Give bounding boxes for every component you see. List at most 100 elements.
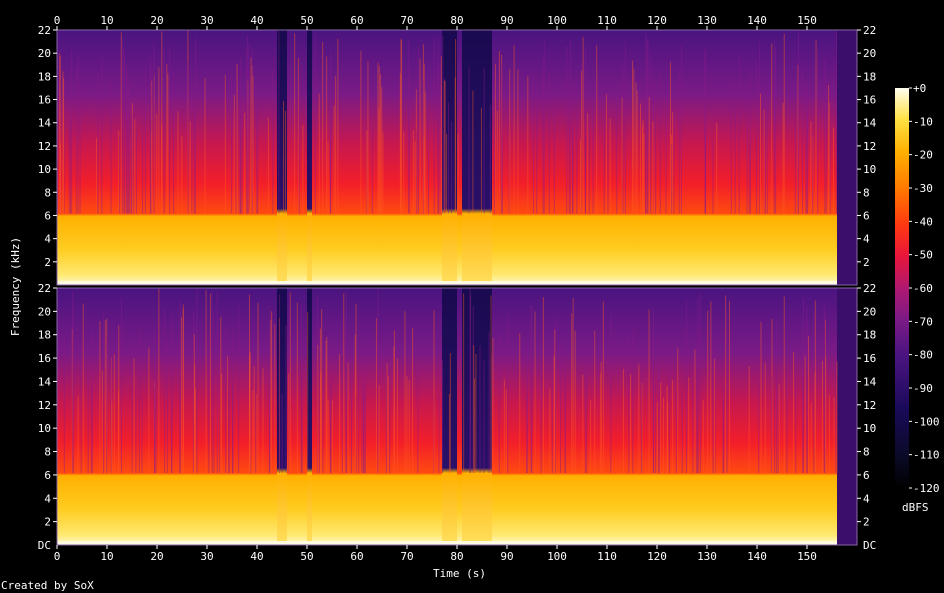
y-tick-label: 8 <box>863 446 870 459</box>
transient-streak <box>104 320 106 474</box>
transient-streak <box>417 47 419 214</box>
transient-streak <box>580 140 582 214</box>
y-tick-label: 2 <box>863 516 870 529</box>
transient-streak <box>638 364 640 474</box>
transient-streak <box>531 307 533 474</box>
transient-streak <box>279 294 281 474</box>
transient-streak <box>716 122 718 214</box>
x-tick-label-top: 100 <box>547 14 567 27</box>
x-tick-label-top: 0 <box>54 14 61 27</box>
transient-streak <box>228 365 230 474</box>
transient-streak <box>166 64 168 214</box>
transient-streak <box>423 63 425 214</box>
transient-streak <box>702 400 704 474</box>
transient-streak <box>380 74 382 214</box>
transient-streak <box>697 298 699 474</box>
transient-streak <box>764 363 766 474</box>
transient-streak <box>492 338 494 474</box>
transient-streak <box>657 333 659 474</box>
y-tick-label: 14 <box>863 375 877 388</box>
transient-streak <box>248 44 250 214</box>
transient-streak <box>475 354 477 474</box>
transient-streak <box>457 133 459 214</box>
transient-streak <box>804 355 806 474</box>
transient-streak <box>483 359 485 474</box>
transient-streak <box>249 351 251 474</box>
y-tick-label: 18 <box>863 70 876 83</box>
transient-streak <box>586 347 588 474</box>
transient-streak <box>470 294 472 474</box>
transient-streak <box>566 45 568 214</box>
colorbar-tick-label: -90 <box>913 382 933 395</box>
y-tick-label: 12 <box>863 399 876 412</box>
transient-streak <box>699 293 701 474</box>
transient-streak <box>833 397 835 474</box>
x-tick-label-bottom: 150 <box>797 550 817 563</box>
transient-streak <box>748 365 750 474</box>
transient-streak <box>378 65 380 214</box>
transient-streak <box>662 397 664 474</box>
y-tick-label: 14 <box>38 375 52 388</box>
x-tick-label-top: 120 <box>647 14 667 27</box>
transient-streak <box>224 75 226 214</box>
x-tick-label-top: 60 <box>350 14 363 27</box>
transient-streak <box>300 303 302 474</box>
transient-streak <box>155 399 157 474</box>
transient-streak <box>150 65 152 214</box>
transient-streak <box>632 331 634 474</box>
transient-streak <box>307 311 309 474</box>
transient-streak <box>759 93 761 214</box>
transient-streak <box>773 41 775 214</box>
transient-streak <box>488 332 490 474</box>
transient-streak <box>389 360 391 474</box>
transient-streak <box>71 50 73 214</box>
y-tick-label: 6 <box>44 209 51 222</box>
y-tick-label: 2 <box>44 256 51 269</box>
transient-streak <box>408 379 410 474</box>
transient-streak <box>87 374 89 474</box>
transient-streak <box>118 390 120 474</box>
transient-streak <box>72 290 74 474</box>
x-tick-label-top: 90 <box>500 14 513 27</box>
transient-streak <box>355 395 357 474</box>
transient-streak <box>233 94 235 214</box>
transient-streak <box>101 59 103 214</box>
transient-streak <box>362 395 364 474</box>
transient-streak <box>594 330 596 474</box>
transient-streak <box>121 37 123 214</box>
x-tick-label-top: 130 <box>697 14 717 27</box>
transient-streak <box>584 372 586 474</box>
transient-streak <box>231 74 233 214</box>
footer-credit: Created by SoX <box>1 579 94 592</box>
transient-streak <box>728 301 730 474</box>
transient-streak <box>182 309 184 474</box>
y-tick-label: 12 <box>863 140 876 153</box>
x-tick-label-bottom: 110 <box>597 550 617 563</box>
x-tick-label-bottom: 40 <box>250 550 263 563</box>
colorbar-label: dBFS <box>902 501 929 514</box>
transient-streak <box>628 335 630 474</box>
transient-streak <box>296 302 298 474</box>
y-tick-label: 10 <box>863 163 876 176</box>
transient-streak <box>246 49 248 214</box>
transient-streak <box>144 67 146 214</box>
transient-streak <box>213 310 215 474</box>
y-tick-label: 22 <box>38 24 51 37</box>
transient-streak <box>220 316 222 474</box>
y-tick-label: 22 <box>38 282 51 295</box>
transient-streak <box>463 293 465 474</box>
transient-streak <box>449 352 451 474</box>
transient-streak <box>758 378 760 474</box>
transient-streak <box>828 84 830 214</box>
x-tick-label-top: 50 <box>300 14 313 27</box>
transient-streak <box>314 33 316 214</box>
transient-streak <box>600 362 602 474</box>
silence-band <box>837 30 857 285</box>
transient-streak <box>448 393 450 474</box>
transient-streak <box>746 84 748 214</box>
transient-streak <box>446 134 448 214</box>
transient-streak <box>193 107 195 214</box>
transient-streak <box>171 314 173 474</box>
transient-streak <box>317 344 319 474</box>
y-tick-label: 16 <box>38 352 51 365</box>
